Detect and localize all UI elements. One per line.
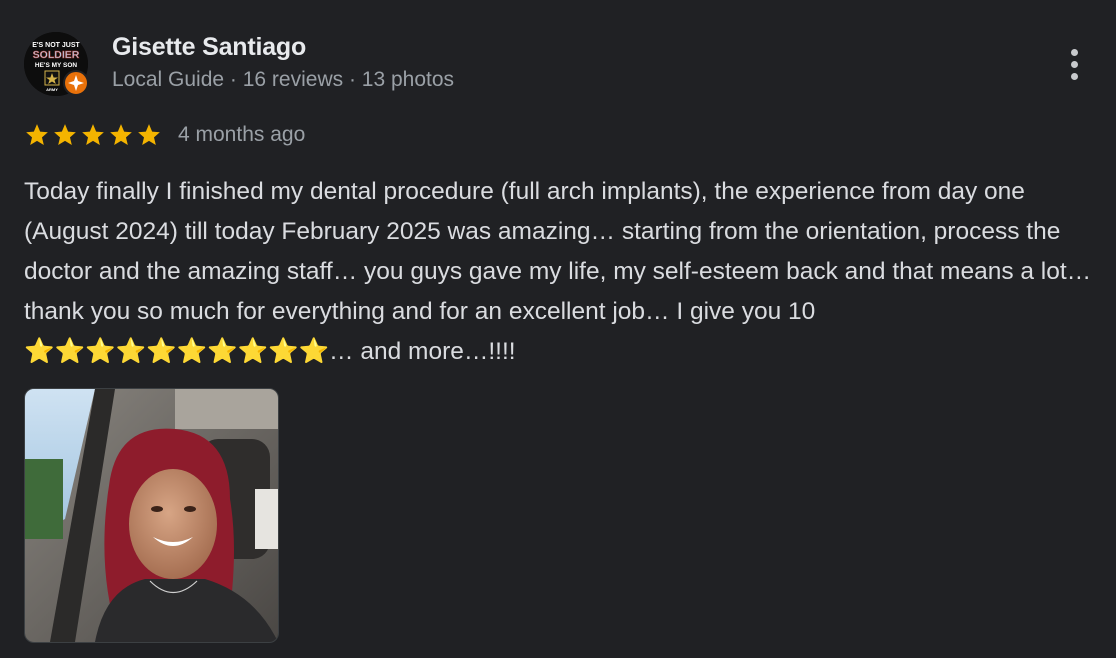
more-vert-icon-dot: [1070, 60, 1078, 68]
avatar-text-3: HE'S MY SON: [35, 62, 78, 69]
star-icon: [110, 124, 132, 145]
review-photo-image: [25, 389, 278, 642]
rating-row: 4 months ago: [24, 120, 305, 150]
avatar-text-2: SOLDIER: [33, 49, 80, 61]
star-icon: [138, 124, 160, 145]
review-time: 4 months ago: [178, 123, 306, 146]
review-text: Today finally I finished my dental proce…: [24, 178, 1092, 365]
avatar-text-1: E'S NOT JUST: [32, 42, 80, 49]
reviewer-name[interactable]: Gisette Santiago: [112, 33, 306, 62]
more-vert-icon: [1070, 48, 1078, 56]
avatar-text-4: ARMY: [46, 87, 58, 92]
reviewer-meta: Local Guide · 16 reviews · 13 photos: [112, 68, 455, 91]
star-icon: [82, 124, 104, 145]
local-guide-badge-icon: [63, 70, 89, 96]
star-icon: [54, 124, 76, 145]
star-rating: [24, 122, 162, 148]
more-vert-icon-dot: [1070, 72, 1078, 80]
more-options-button[interactable]: [1060, 44, 1088, 84]
review-photo[interactable]: [24, 388, 279, 643]
star-icon: [26, 124, 48, 145]
